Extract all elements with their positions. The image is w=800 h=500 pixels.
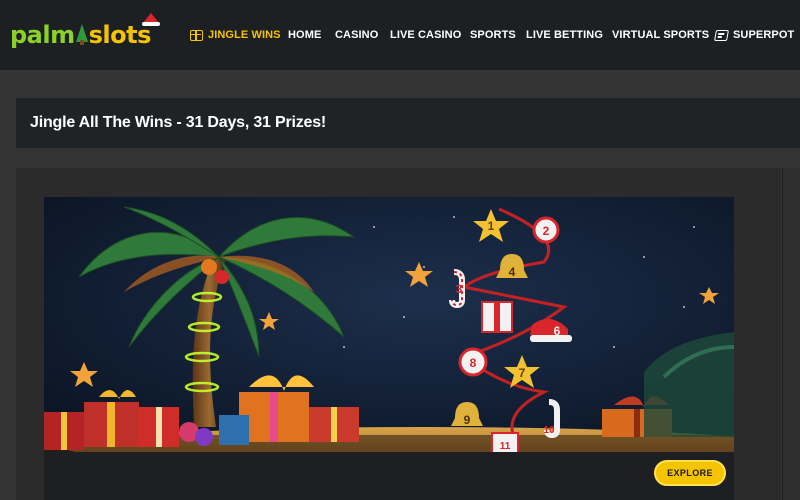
nav-label-casino: CASINO [335, 29, 379, 41]
nav-item-live-casino[interactable]: LIVE CASINO [390, 27, 461, 43]
nav-item-superpot[interactable]: SUPERPOT [714, 27, 795, 43]
promo-card-footer: EXPLORE [44, 452, 734, 500]
explore-button[interactable]: EXPLORE [654, 460, 726, 486]
nav-label-live-casino: LIVE CASINO [390, 29, 462, 41]
banner-illustration: 1 2 3 4 5 6 7 8 9 10 11 [44, 197, 734, 452]
nav-item-jingle-wins[interactable]: JINGLE WINS [190, 27, 281, 43]
gift-icon [190, 29, 203, 41]
advent-number-6: 6 [554, 324, 561, 338]
main-nav: JINGLE WINS HOME CASINO LIVE CASINO SPOR… [0, 27, 800, 43]
page-title-bar: Jingle All The Wins - 31 Days, 31 Prizes… [16, 98, 800, 148]
nav-item-home[interactable]: HOME [288, 27, 321, 43]
santa-hat-icon [141, 13, 160, 26]
nav-item-sports[interactable]: SPORTS [470, 27, 516, 43]
nav-item-virtual-sports[interactable]: VIRTUAL SPORTS [612, 27, 709, 43]
nav-label-superpot: SUPERPOT [733, 29, 795, 41]
ticket-icon [714, 29, 729, 41]
advent-number-3: 3 [456, 282, 463, 296]
promo-card: 1 2 3 4 5 6 7 8 9 10 11 EXPLORE [44, 197, 734, 500]
nav-item-live-betting[interactable]: LIVE BETTING [526, 27, 603, 43]
nav-item-casino[interactable]: CASINO [335, 27, 378, 43]
nav-label-live-betting: LIVE BETTING [526, 29, 603, 41]
advent-number-9: 9 [464, 413, 471, 427]
advent-number-11: 11 [500, 441, 511, 452]
site-header: palm slots JINGLE WINS HOME CASINO LIVE … [0, 0, 800, 70]
advent-number-8: 8 [470, 356, 477, 370]
advent-number-2: 2 [543, 224, 550, 238]
promo-banner-image[interactable]: 1 2 3 4 5 6 7 8 9 10 11 [44, 197, 734, 452]
page-title: Jingle All The Wins - 31 Days, 31 Prizes… [30, 114, 327, 131]
nav-label-home: HOME [288, 29, 322, 41]
advent-number-5: 5 [494, 315, 501, 329]
advent-number-10: 10 [543, 425, 555, 436]
nav-label-sports: SPORTS [470, 29, 516, 41]
advent-number-4: 4 [509, 265, 516, 279]
advent-number-1: 1 [488, 219, 495, 233]
nav-label-jingle-wins: JINGLE WINS [208, 29, 281, 41]
nav-label-virtual-sports: VIRTUAL SPORTS [612, 29, 710, 41]
right-scroll-rail[interactable] [782, 168, 800, 500]
advent-number-7: 7 [519, 366, 526, 380]
